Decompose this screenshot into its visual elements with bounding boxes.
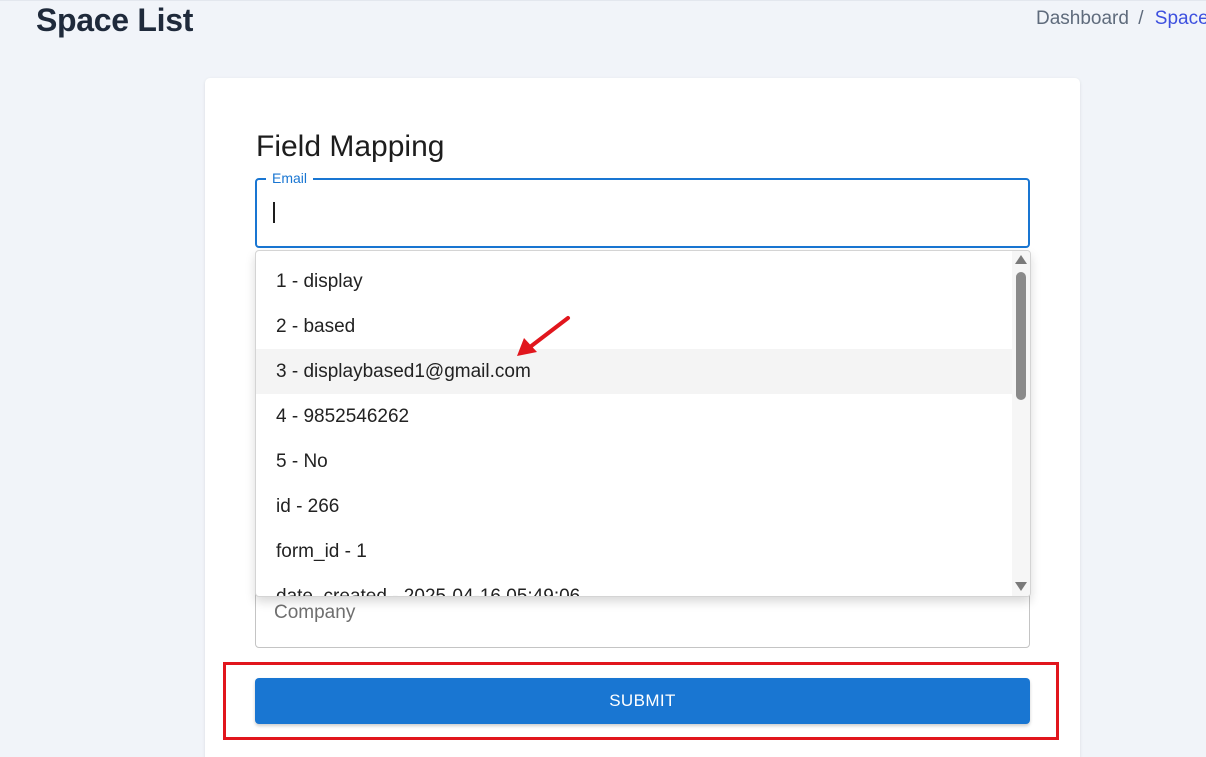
company-placeholder: Company xyxy=(274,602,356,623)
dropdown-scrollbar[interactable] xyxy=(1012,251,1030,596)
dropdown-option[interactable]: 1 - display xyxy=(256,259,1013,304)
page: Space List Dashboard / Space Field Mappi… xyxy=(0,0,1206,757)
breadcrumb-dashboard-link[interactable]: Dashboard xyxy=(1036,8,1129,29)
breadcrumb-separator: / xyxy=(1138,8,1144,29)
dropdown-option[interactable]: form_id - 1 xyxy=(256,529,1013,574)
dropdown-option[interactable]: id - 266 xyxy=(256,484,1013,529)
breadcrumb-current[interactable]: Space xyxy=(1155,8,1206,29)
dropdown-option-highlighted[interactable]: 3 - displaybased1@gmail.com xyxy=(256,349,1013,394)
triangle-up-icon[interactable] xyxy=(1015,255,1027,264)
section-title: Field Mapping xyxy=(256,130,445,163)
email-label: Email xyxy=(266,169,314,187)
page-title: Space List xyxy=(36,2,194,38)
email-options-dropdown[interactable]: 1 - display 2 - based 3 - displaybased1@… xyxy=(255,250,1031,597)
email-field[interactable] xyxy=(255,178,1030,248)
dropdown-option[interactable]: 4 - 9852546262 xyxy=(256,394,1013,439)
dropdown-option[interactable]: 2 - based xyxy=(256,304,1013,349)
dropdown-option[interactable]: 5 - No xyxy=(256,439,1013,484)
breadcrumb: Dashboard / Space xyxy=(1036,6,1206,32)
scrollbar-thumb[interactable] xyxy=(1016,272,1026,400)
triangle-down-icon[interactable] xyxy=(1015,582,1027,591)
dropdown-option[interactable]: date_created - 2025-04-16 05:49:06 xyxy=(256,574,1013,596)
annotation-highlight-box xyxy=(223,662,1059,740)
red-arrow-icon xyxy=(517,316,570,356)
text-caret xyxy=(273,202,275,223)
